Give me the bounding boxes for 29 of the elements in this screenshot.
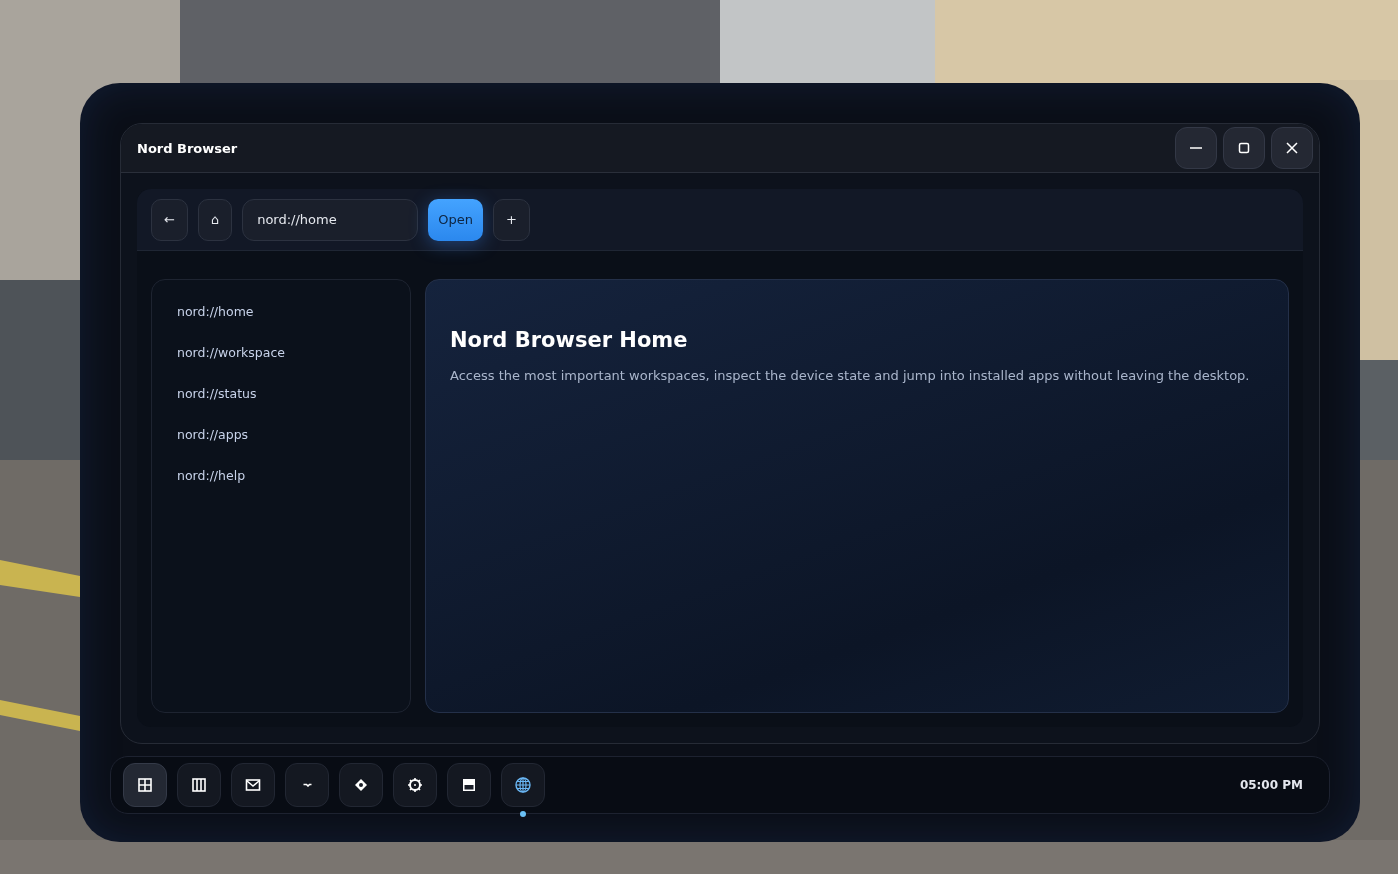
dock-app-button[interactable] (123, 763, 167, 808)
page-heading: Nord Browser Home (450, 328, 689, 352)
address-field[interactable]: nord://home (242, 198, 419, 241)
dock-app-button[interactable] (177, 763, 221, 808)
sidebar-link[interactable]: nord://workspace (152, 343, 410, 384)
minimize-icon (1190, 147, 1202, 149)
home-button[interactable]: ⌂ (197, 198, 233, 241)
dock-app-button[interactable] (501, 763, 545, 808)
grid-icon (136, 776, 154, 795)
new-tab-button[interactable]: + (492, 198, 530, 241)
columns-icon (190, 776, 208, 795)
close-button[interactable] (1271, 127, 1313, 169)
sidebar-link[interactable]: nord://status (152, 384, 410, 425)
dock-app-button[interactable] (447, 763, 491, 808)
page-description: Access the most important workspaces, inspect the device state and jump into installed apps without leaving the desktop. (450, 368, 1251, 383)
maximize-button[interactable] (1223, 127, 1265, 169)
dock-app-button[interactable] (231, 763, 275, 808)
settings-icon (406, 776, 424, 795)
sidebar-link[interactable]: nord://home (152, 302, 410, 343)
window-title: Nord Browser (137, 140, 238, 156)
sidebar-link[interactable]: nord://help (152, 466, 410, 507)
sidebar-link[interactable]: nord://apps (152, 425, 410, 466)
dock-app-button[interactable] (339, 763, 383, 808)
open-button[interactable]: Open (428, 198, 483, 241)
globe-icon (514, 776, 532, 795)
back-button[interactable]: ← (151, 198, 188, 241)
zigzag-icon (302, 782, 312, 788)
dock-app-button[interactable] (393, 763, 437, 808)
clock: 05:00 PM (1239, 778, 1303, 793)
